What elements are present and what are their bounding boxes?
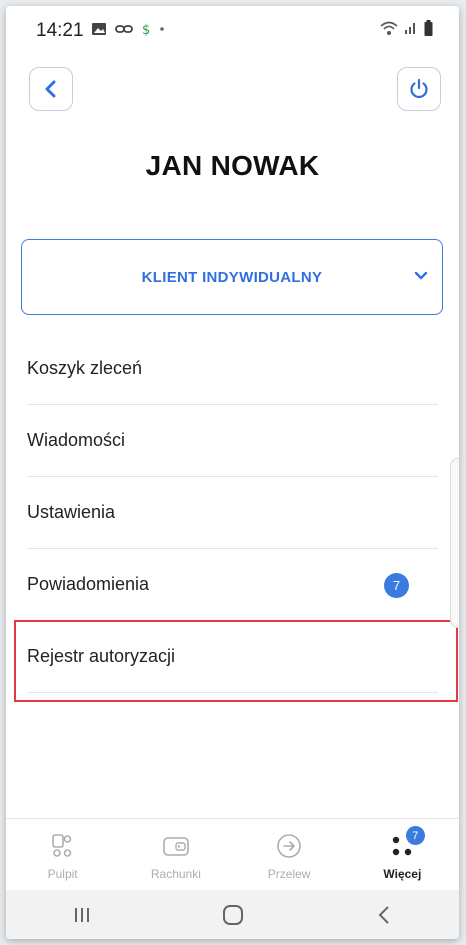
- menu-item-powiadomienia[interactable]: Powiadomienia 7: [27, 549, 438, 621]
- edge-panel-handle[interactable]: [450, 458, 459, 628]
- nav-tab-label: Więcej: [383, 867, 422, 881]
- notification-count-badge: 7: [384, 573, 409, 598]
- chevron-left-icon: [45, 80, 56, 98]
- phone-screen: 14:21 $ JAN NOWAK KLIENT INDYWIDUALNY Ko…: [6, 6, 459, 939]
- more-menu-list: Koszyk zleceń Wiadomości Ustawienia Powi…: [6, 333, 459, 693]
- menu-item-label: Powiadomienia: [27, 574, 150, 594]
- more-count-badge: 7: [405, 826, 425, 845]
- wifi-icon: [380, 21, 398, 35]
- nav-tab-przelew[interactable]: Przelew: [233, 819, 346, 891]
- back-icon: [378, 905, 389, 924]
- menu-item-ustawienia[interactable]: Ustawienia: [27, 477, 438, 549]
- nav-tab-wiecej[interactable]: 7 Więcej: [346, 819, 459, 891]
- client-type-label: KLIENT INDYWIDUALNY: [141, 268, 323, 286]
- recent-apps-button[interactable]: [52, 895, 112, 935]
- dashboard-icon: [51, 834, 71, 857]
- status-bar: 14:21 $: [6, 6, 459, 50]
- home-icon: [222, 904, 243, 925]
- system-back-button[interactable]: [354, 895, 414, 935]
- status-time: 14:21: [36, 20, 84, 41]
- menu-item-koszyk-zlecen[interactable]: Koszyk zleceń: [27, 333, 438, 405]
- wallet-icon: [163, 837, 189, 856]
- home-button[interactable]: [203, 895, 263, 935]
- gallery-icon: [92, 23, 106, 35]
- link-icon: [115, 25, 133, 33]
- nav-tab-pulpit[interactable]: Pulpit: [6, 819, 119, 891]
- menu-item-rejestr-autoryzacji[interactable]: Rejestr autoryzacji: [27, 621, 438, 693]
- recent-apps-icon: [74, 907, 89, 922]
- nav-tab-label: Przelew: [267, 867, 311, 881]
- logout-button[interactable]: [397, 67, 441, 111]
- back-button[interactable]: [29, 67, 73, 111]
- menu-item-label: Rejestr autoryzacji: [27, 646, 176, 666]
- menu-item-label: Ustawienia: [27, 502, 116, 522]
- user-name-title: JAN NOWAK: [145, 150, 320, 181]
- client-type-select[interactable]: KLIENT INDYWIDUALNY: [21, 239, 443, 315]
- nav-tab-rachunki[interactable]: Rachunki: [119, 819, 232, 891]
- dot-icon: [160, 27, 164, 31]
- transfer-arrow-icon: [277, 834, 301, 858]
- svg-text:$: $: [142, 23, 150, 36]
- menu-item-label: Koszyk zleceń: [27, 358, 143, 378]
- power-icon: [410, 78, 428, 99]
- nav-tab-label: Rachunki: [150, 867, 201, 881]
- menu-item-wiadomosci[interactable]: Wiadomości: [27, 405, 438, 477]
- status-notification-icons: $: [91, 22, 165, 36]
- nav-tab-label: Pulpit: [47, 867, 78, 881]
- signal-icon: [405, 23, 415, 34]
- battery-icon: [424, 20, 433, 36]
- chevron-down-icon: [414, 271, 428, 280]
- status-system-icons: [380, 20, 433, 36]
- bottom-navigation: Pulpit Rachunki Przelew 7 Więcej: [6, 818, 459, 891]
- dollar-icon: $: [142, 23, 150, 36]
- system-navigation-bar: [6, 890, 459, 939]
- menu-item-label: Wiadomości: [27, 430, 126, 450]
